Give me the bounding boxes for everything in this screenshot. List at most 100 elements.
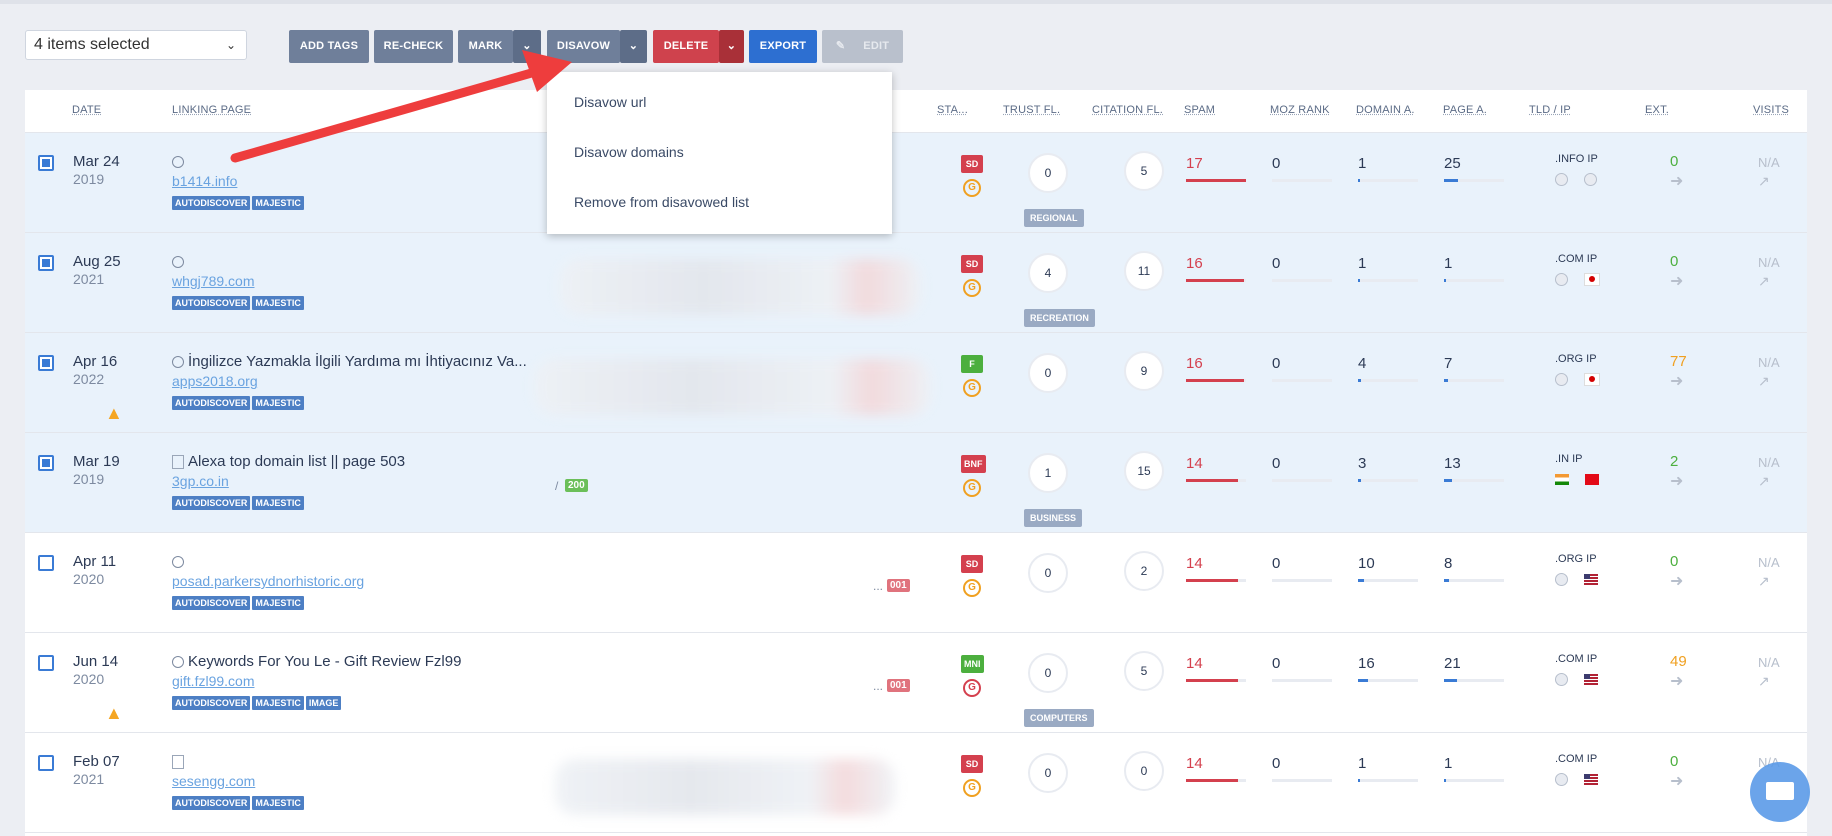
row-year: 2019 bbox=[73, 171, 105, 187]
external-link-icon[interactable]: ➜ bbox=[1670, 571, 1683, 591]
row-checkbox[interactable] bbox=[38, 455, 54, 471]
menu-item-disavow-url[interactable]: Disavow url bbox=[574, 94, 646, 110]
tld-ip: .IN IP bbox=[1555, 453, 1583, 465]
col-trust-flow[interactable]: TRUST FL. bbox=[1003, 104, 1060, 116]
row-checkbox[interactable] bbox=[38, 255, 54, 271]
table-row[interactable]: Feb 07 2021 sesengg.com AUTODISCOVER MAJE… bbox=[25, 733, 1807, 833]
col-spam[interactable]: SPAM bbox=[1184, 104, 1215, 116]
table-row[interactable]: Mar 24 2019 b1414.info AUTODISCOVER MAJES… bbox=[25, 133, 1807, 233]
external-link-icon[interactable]: ➜ bbox=[1670, 671, 1683, 691]
flags bbox=[1555, 471, 1615, 489]
delete-dropdown-toggle[interactable]: ⌄ bbox=[719, 30, 744, 63]
export-button[interactable]: EXPORT bbox=[749, 30, 817, 63]
row-title bbox=[172, 253, 188, 270]
warning-icon: ▲ bbox=[105, 403, 123, 423]
row-domain-link[interactable]: whgj789.com bbox=[172, 273, 255, 289]
tag-badge[interactable]: MAJESTIC bbox=[252, 496, 304, 510]
row-domain-link[interactable]: gift.fzl99.com bbox=[172, 673, 254, 689]
row-checkbox[interactable] bbox=[38, 355, 54, 371]
row-title-text: Alexa top domain list || page 503 bbox=[188, 453, 406, 470]
menu-item-disavow-domains[interactable]: Disavow domains bbox=[574, 144, 684, 160]
row-checkbox[interactable] bbox=[38, 155, 54, 171]
tag-badge[interactable]: MAJESTIC bbox=[252, 796, 304, 810]
status-badge: SD bbox=[961, 755, 983, 773]
tag-badge[interactable]: MAJESTIC bbox=[252, 696, 304, 710]
row-checkbox[interactable] bbox=[38, 755, 54, 771]
citation-flow-circle: 15 bbox=[1124, 451, 1164, 491]
mark-dropdown-toggle[interactable]: ⌄ bbox=[513, 30, 541, 63]
http-status-badge: 200 bbox=[565, 479, 588, 492]
disavow-dropdown-toggle[interactable]: ⌄ bbox=[620, 30, 647, 63]
external-link-icon[interactable]: ➜ bbox=[1670, 471, 1683, 491]
tag-badge[interactable]: AUTODISCOVER bbox=[172, 596, 251, 610]
external-link-icon[interactable]: ➜ bbox=[1670, 171, 1683, 191]
topic-badge: RECREATION bbox=[1024, 309, 1095, 327]
chat-widget-button[interactable] bbox=[1750, 762, 1810, 822]
external-link-icon[interactable]: ➜ bbox=[1670, 371, 1683, 391]
external-link-icon[interactable]: ➜ bbox=[1670, 271, 1683, 291]
selection-dropdown[interactable]: 4 items selected ⌄ bbox=[25, 30, 247, 60]
google-index-icon: G bbox=[963, 579, 981, 597]
col-tld-ip[interactable]: TLD / IP bbox=[1529, 104, 1571, 116]
row-domain-link[interactable]: 3gp.co.in bbox=[172, 473, 229, 489]
tag-badge[interactable]: IMAGE bbox=[305, 696, 342, 710]
tag-badge[interactable]: AUTODISCOVER bbox=[172, 796, 251, 810]
col-domain-authority[interactable]: DOMAIN A. bbox=[1356, 104, 1415, 116]
row-domain-link[interactable]: sesengg.com bbox=[172, 773, 255, 789]
col-page-authority[interactable]: PAGE A. bbox=[1443, 104, 1487, 116]
moz-value: 0 bbox=[1272, 255, 1281, 272]
tld-ip: .COM IP bbox=[1555, 753, 1598, 765]
row-date: Aug 25 bbox=[73, 253, 121, 270]
menu-item-remove-disavowed[interactable]: Remove from disavowed list bbox=[574, 194, 749, 210]
row-domain-link[interactable]: posad.parkersydnorhistoric.org bbox=[172, 573, 364, 589]
col-moz-rank[interactable]: MOZ RANK bbox=[1270, 104, 1330, 116]
http-status-badge: 001 bbox=[887, 679, 910, 692]
moz-bar bbox=[1272, 779, 1332, 782]
col-status[interactable]: STA... bbox=[937, 104, 968, 116]
row-checkbox[interactable] bbox=[38, 655, 54, 671]
tag-badge[interactable]: AUTODISCOVER bbox=[172, 196, 251, 210]
tld-ip: .COM IP bbox=[1555, 253, 1598, 265]
col-date[interactable]: DATE bbox=[72, 104, 101, 116]
tag-badge[interactable]: AUTODISCOVER bbox=[172, 396, 251, 410]
table-row[interactable]: Apr 16 2022 ▲ İngilizce Yazmakla İlgili … bbox=[25, 333, 1807, 433]
page-authority-value: 21 bbox=[1444, 655, 1461, 672]
citation-flow-circle: 9 bbox=[1124, 351, 1164, 391]
tag-badge[interactable]: MAJESTIC bbox=[252, 596, 304, 610]
delete-button[interactable]: DELETE bbox=[653, 30, 719, 63]
anchor-ellipsis: ... bbox=[873, 679, 884, 693]
mark-button[interactable]: MARK bbox=[458, 30, 513, 63]
col-ext[interactable]: EXT. bbox=[1645, 104, 1669, 116]
col-visits[interactable]: VISITS bbox=[1753, 104, 1789, 116]
table-row[interactable]: Mar 19 2019 Alexa top domain list || pag… bbox=[25, 433, 1807, 533]
page-authority-value: 7 bbox=[1444, 355, 1453, 372]
tag-badge[interactable]: AUTODISCOVER bbox=[172, 696, 251, 710]
tag-badge[interactable]: MAJESTIC bbox=[252, 296, 304, 310]
table-row[interactable]: Jun 14 2020 ▲ Keywords For You Le - Gift… bbox=[25, 633, 1807, 733]
row-domain-link[interactable]: b1414.info bbox=[172, 173, 237, 189]
row-domain-link[interactable]: apps2018.org bbox=[172, 373, 258, 389]
table-row[interactable]: Apr 11 2020 posad.parkersydnorhistoric.o… bbox=[25, 533, 1807, 633]
table-row[interactable]: Aug 25 2021 whgj789.com AUTODISCOVER MAJE… bbox=[25, 233, 1807, 333]
disavow-button[interactable]: DISAVOW bbox=[547, 30, 620, 63]
row-year: 2019 bbox=[73, 471, 105, 487]
tag-badge[interactable]: AUTODISCOVER bbox=[172, 296, 251, 310]
col-linking-page[interactable]: LINKING PAGE bbox=[172, 104, 251, 116]
http-status-badge: 001 bbox=[887, 579, 910, 592]
tag-badge[interactable]: MAJESTIC bbox=[252, 396, 304, 410]
trust-flow-circle: 0 bbox=[1028, 653, 1068, 693]
col-citation-flow[interactable]: CITATION FL. bbox=[1092, 104, 1163, 116]
add-tags-button[interactable]: ADD TAGS bbox=[289, 30, 369, 63]
recheck-button[interactable]: RE-CHECK bbox=[374, 30, 453, 63]
row-checkbox[interactable] bbox=[38, 555, 54, 571]
moz-value: 0 bbox=[1272, 155, 1281, 172]
domain-authority-value: 1 bbox=[1358, 755, 1367, 772]
tag-badge[interactable]: MAJESTIC bbox=[252, 196, 304, 210]
domain-authority-bar bbox=[1358, 279, 1418, 282]
status-badge: SD bbox=[961, 155, 983, 173]
tag-badge[interactable]: AUTODISCOVER bbox=[172, 496, 251, 510]
google-index-icon: G bbox=[963, 379, 981, 397]
external-link-icon[interactable]: ➜ bbox=[1670, 771, 1683, 791]
domain-authority-value: 1 bbox=[1358, 155, 1367, 172]
globe-icon bbox=[172, 656, 184, 669]
